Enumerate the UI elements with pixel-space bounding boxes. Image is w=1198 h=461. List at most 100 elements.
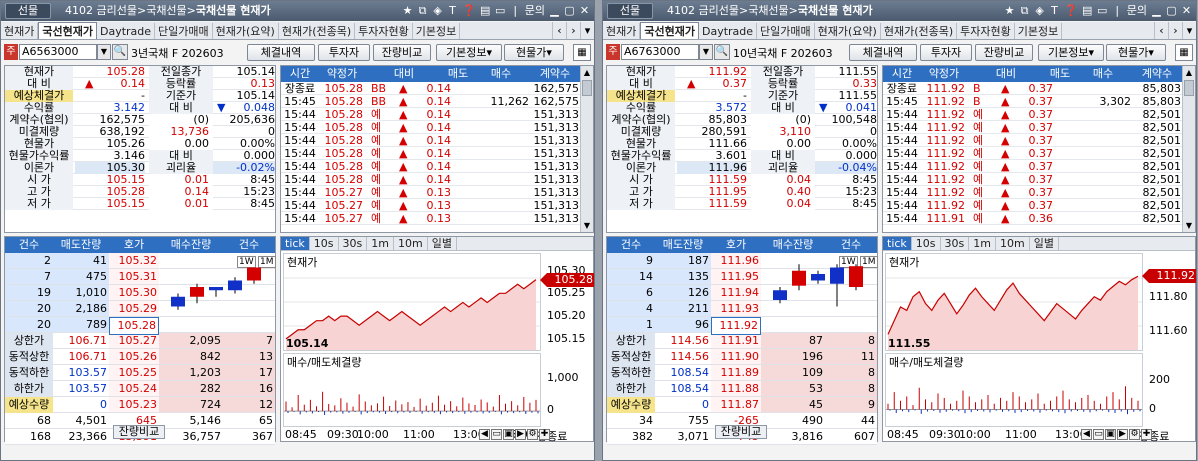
bid-row[interactable]: 동적하한 103.57 105.25 1,203 17 — [5, 365, 275, 381]
scroll-left-icon[interactable]: ◀ — [1081, 429, 1092, 440]
title-icon-5[interactable]: ▤ — [1082, 1, 1093, 21]
trade-history-button[interactable]: 체결내역 — [849, 44, 917, 61]
chart-tab-2[interactable]: 30s — [941, 237, 970, 250]
tick-scrollbar[interactable]: ▲ ▼ — [580, 66, 593, 232]
title-icon-2[interactable]: ◈ — [432, 1, 443, 21]
tab-arrow-icon-1[interactable]: › — [1168, 22, 1182, 39]
table-row[interactable]: 15:44 111.92 예 ▲ 0.37 82,501 — [883, 134, 1195, 147]
title-icon-8[interactable]: 문의 — [1127, 1, 1147, 21]
chart-tab-0[interactable]: tick — [281, 237, 310, 250]
tab-arrow-icon-0[interactable]: ‹ — [552, 22, 566, 39]
zoom-out-icon[interactable]: ▭ — [1093, 429, 1104, 440]
tab-5[interactable]: 현재가(전종목) — [279, 23, 356, 39]
title-icon-1[interactable]: ⧉ — [417, 1, 428, 21]
table-row[interactable]: 15:44 105.28 예 ▲ 0.14 151,313 — [281, 108, 593, 121]
table-row[interactable]: 15:45 111.92 B ▲ 0.37 3,302 85,803 — [883, 95, 1195, 108]
zoom-in-icon[interactable]: ▣ — [503, 429, 514, 440]
table-row[interactable]: 15:44 111.92 예 ▲ 0.37 82,501 — [883, 160, 1195, 173]
ask-row[interactable]: 20 789 105.28 — [5, 317, 275, 335]
balance-compare-bottom-button[interactable]: 잔량비교 — [715, 425, 767, 439]
scroll-up-icon[interactable]: ▲ — [1183, 66, 1195, 79]
title-icon-8[interactable]: 문의 — [525, 1, 545, 21]
chevron-down-icon[interactable]: ▼ — [699, 44, 713, 60]
title-icon-3[interactable]: T — [447, 1, 458, 21]
title-icon-6[interactable]: ▭ — [495, 1, 506, 21]
cross-icon[interactable]: ✚ — [1141, 429, 1152, 440]
table-row[interactable]: 15:45 105.28 BB ▲ 0.14 11,262 162,575 — [281, 95, 593, 108]
table-row[interactable]: 15:44 111.92 예 ▲ 0.37 82,501 — [883, 173, 1195, 186]
tab-arrow-icon-2[interactable]: ▾ — [580, 22, 594, 39]
tab-7[interactable]: 기본정보 — [1015, 23, 1063, 39]
price-chart[interactable]: 현재가 105.14 — [283, 253, 541, 351]
title-icon-4[interactable]: ❓ — [1064, 1, 1078, 21]
title-icon-7[interactable]: | — [510, 1, 521, 21]
bid-row[interactable]: 상한가 106.71 105.27 2,095 7 — [5, 333, 275, 349]
table-row[interactable]: 15:44 111.92 예 ▲ 0.37 82,501 — [883, 186, 1195, 199]
bid-row[interactable]: 동적하한 108.54 111.89 109 8 — [607, 365, 877, 381]
tab-5[interactable]: 현재가(전종목) — [881, 23, 958, 39]
chart-tab-4[interactable]: 10m — [394, 237, 428, 250]
tab-2[interactable]: Daytrade — [97, 23, 156, 39]
investor-button[interactable]: 투자자 — [318, 44, 370, 61]
title-icon-10[interactable]: ▢ — [564, 1, 575, 21]
title-icon-10[interactable]: ▢ — [1166, 1, 1177, 21]
scroll-thumb[interactable] — [1184, 80, 1194, 96]
scroll-right-icon[interactable]: ▶ — [515, 429, 526, 440]
tab-scroll-arrows[interactable]: ‹ › ▾ — [552, 22, 594, 39]
tab-3[interactable]: 단일가매매 — [155, 23, 213, 39]
tab-1[interactable]: 국선현재가 — [38, 22, 97, 39]
table-row[interactable]: 15:44 111.92 예 ▲ 0.37 82,501 — [883, 121, 1195, 134]
investor-button[interactable]: 투자자 — [920, 44, 972, 61]
chart-tab-5[interactable]: 일별 — [428, 237, 457, 250]
title-icon-5[interactable]: ▤ — [480, 1, 491, 21]
tab-arrow-icon-0[interactable]: ‹ — [1154, 22, 1168, 39]
table-row[interactable]: 15:44 111.92 예 ▲ 0.37 82,501 — [883, 147, 1195, 160]
table-row[interactable]: 15:44 105.28 예 ▲ 0.14 151,313 — [281, 160, 593, 173]
screen-badge[interactable]: 선물 — [607, 3, 653, 19]
scroll-up-icon[interactable]: ▲ — [581, 66, 593, 79]
tab-7[interactable]: 기본정보 — [413, 23, 461, 39]
spot-price-button[interactable]: 현물가▾ — [504, 44, 564, 61]
scroll-down-icon[interactable]: ▼ — [581, 219, 593, 232]
title-icon-2[interactable]: ◈ — [1034, 1, 1045, 21]
spot-price-button[interactable]: 현물가▾ — [1106, 44, 1166, 61]
tab-arrow-icon-2[interactable]: ▾ — [1182, 22, 1196, 39]
search-icon[interactable]: 🔍 — [714, 44, 730, 60]
chart-tab-1[interactable]: 10s — [310, 237, 339, 250]
table-row[interactable]: 장종료 111.92 B ▲ 0.37 85,803 — [883, 82, 1195, 95]
chart-tab-1[interactable]: 10s — [912, 237, 941, 250]
table-row[interactable]: 15:44 105.27 예 ▲ 0.13 151,313 — [281, 212, 593, 225]
settings-icon[interactable]: ⚙ — [1129, 429, 1140, 440]
chart-tab-3[interactable]: 1m — [367, 237, 394, 250]
table-row[interactable]: 15:44 105.27 예 ▲ 0.13 151,313 — [281, 186, 593, 199]
chart-tab-0[interactable]: tick — [883, 237, 912, 250]
title-icon-9[interactable]: ▁ — [1151, 1, 1162, 21]
tab-6[interactable]: 투자자현황 — [355, 23, 413, 39]
scroll-right-icon[interactable]: ▶ — [1117, 429, 1128, 440]
title-icon-1[interactable]: ⧉ — [1019, 1, 1030, 21]
title-icon-11[interactable]: ✕ — [579, 1, 590, 21]
grid-icon[interactable]: ▦ — [1175, 44, 1193, 61]
price-chart[interactable]: 현재가 111.55 — [885, 253, 1143, 351]
search-icon[interactable]: 🔍 — [112, 44, 128, 60]
trade-history-button[interactable]: 체결내역 — [247, 44, 315, 61]
grid-icon[interactable]: ▦ — [573, 44, 591, 61]
tab-4[interactable]: 현재가(요약) — [815, 23, 881, 39]
table-row[interactable]: 15:44 105.28 예 ▲ 0.14 151,313 — [281, 121, 593, 134]
tab-6[interactable]: 투자자현황 — [957, 23, 1015, 39]
tick-table[interactable]: 시간 약정가 대비 매도 매수 계약수 장종료 111.92 B ▲ 0.37 85,803 15:4… — [882, 65, 1196, 233]
code-flag[interactable]: 주 — [606, 44, 620, 60]
basic-info-button[interactable]: 기본정보▾ — [1038, 44, 1104, 61]
tab-0[interactable]: 현재가 — [1, 23, 39, 39]
bid-row[interactable]: 예상수량 0 105.23 724 12 — [5, 397, 275, 413]
bid-row[interactable]: 예상수량 0 111.87 45 9 — [607, 397, 877, 413]
ask-row[interactable]: 1 96 111.92 — [607, 317, 877, 335]
table-row[interactable]: 15:44 111.92 예 ▲ 0.37 82,501 — [883, 108, 1195, 121]
tab-2[interactable]: Daytrade — [699, 23, 758, 39]
table-row[interactable]: 장종료 105.28 BB ▲ 0.14 162,575 — [281, 82, 593, 95]
tab-1[interactable]: 국선현재가 — [640, 22, 699, 39]
tab-0[interactable]: 현재가 — [603, 23, 641, 39]
title-bar[interactable]: 선물 4102 금리선물>국채선물>국채선물 현재가 ★ ⧉ ◈ T ❓ ▤ ▭ | 문의 ▁ ▢ ✕ — [1, 1, 594, 21]
title-bar[interactable]: 선물 4102 금리선물>국채선물>국채선물 현재가 ★ ⧉ ◈ T ❓ ▤ ▭ | 문의 ▁ ▢ ✕ — [603, 1, 1196, 21]
tick-scrollbar[interactable]: ▲ ▼ — [1182, 66, 1195, 232]
